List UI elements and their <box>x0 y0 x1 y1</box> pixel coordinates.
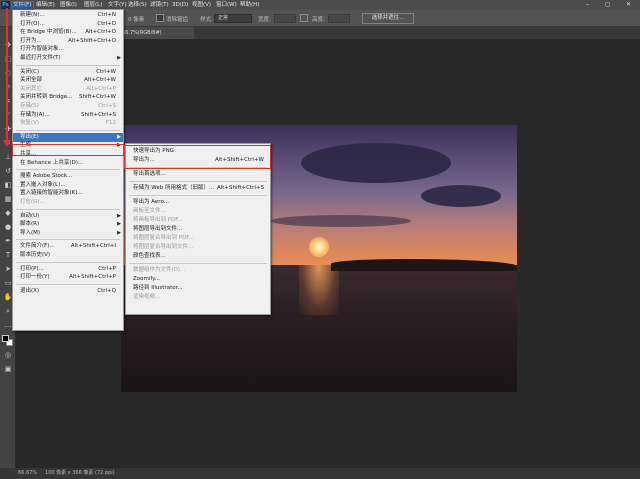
export-menu-item-label: 颜色查找表... <box>133 253 166 259</box>
status-bar: 66.67% 100 像素 x 366 像素 (72 ppi) <box>0 468 640 479</box>
file-menu-item[interactable]: 最近打开文件(T) ▶ <box>13 54 123 63</box>
quick-mask-icon[interactable]: ◎ <box>3 351 13 360</box>
style-select[interactable]: 正常 <box>214 14 252 23</box>
file-menu-item-label: 最近打开文件(T) <box>20 55 61 61</box>
annotation-arrow-head <box>3 140 11 147</box>
export-menu-item-shortcut: Alt+Shift+Ctrl+S <box>216 185 264 191</box>
file-menu-item-shortcut: Alt+Shift+Ctrl+P <box>69 274 116 281</box>
export-menu-item[interactable]: 存储为 Web 所用格式（旧版）... Alt+Shift+Ctrl+S <box>126 184 270 193</box>
annotation-arrow <box>6 8 8 144</box>
file-menu-item-label: 版本历史(V) <box>20 252 51 258</box>
menu-separator <box>16 283 120 285</box>
document-tab[interactable]: 66.7%(RGB/8#) <box>116 27 194 39</box>
export-menu-item[interactable]: 数据组作为文件(D)... <box>126 266 270 275</box>
menu-separator <box>16 261 120 263</box>
menu-separator <box>16 239 120 241</box>
sun <box>309 237 329 257</box>
menu-separator <box>16 64 120 66</box>
export-menu-item[interactable]: 颜色查找表... <box>126 252 270 261</box>
submenu-arrow-icon: ▶ <box>117 55 121 61</box>
export-menu-item[interactable]: Zoomify... <box>126 275 270 284</box>
submenu-arrow-icon: ▶ <box>117 229 121 236</box>
export-menu-item[interactable]: 将图层复合导出到文件... <box>126 243 270 252</box>
menu-3d[interactable]: 3D(D) <box>172 1 188 9</box>
screen-mode-icon[interactable]: ▣ <box>3 365 13 374</box>
file-menu-item-label: 恢复(V) <box>20 120 40 127</box>
file-menu-item-label: 打包(G)... <box>20 199 45 205</box>
export-menu-item-label: Zoomify... <box>133 276 160 282</box>
file-menu-item[interactable]: 退出(X) Ctrl+Q <box>13 287 123 296</box>
export-menu-item[interactable]: 路径到 Illustrator... <box>126 284 270 293</box>
width-field[interactable] <box>274 14 296 23</box>
menu-image[interactable]: 图像(I) <box>60 1 77 9</box>
export-menu-item-label: 将图层复合导出到 PDF... <box>133 235 194 241</box>
file-menu-item-label: 导入(M) <box>20 229 41 236</box>
export-menu-item-label: 将图层导出到文件... <box>133 226 183 232</box>
menu-separator <box>129 181 267 182</box>
export-menu-item[interactable]: 画板至文件... <box>126 207 270 216</box>
antialias-checkbox[interactable] <box>156 14 164 22</box>
export-menu-item-label: 画板至文件... <box>133 208 166 214</box>
select-and-mask-button[interactable]: 选择并遮住... <box>362 13 414 24</box>
annotation-box-export-as <box>124 145 271 169</box>
menu-separator <box>16 129 120 131</box>
menu-help[interactable]: 帮助(H) <box>240 1 259 9</box>
menu-separator <box>129 195 267 196</box>
menu-layer[interactable]: 图层(L) <box>84 1 102 9</box>
antialias-label: 消除锯齿 <box>166 17 189 23</box>
export-menu-item-label: 数据组作为文件(D)... <box>133 267 186 273</box>
foreground-color-swatch[interactable] <box>2 335 9 342</box>
file-menu-item-label: 打印一份(Y) <box>20 274 50 281</box>
height-label: 高度: <box>312 17 325 23</box>
window-controls[interactable]: – ◻ ✕ <box>586 1 638 9</box>
file-menu-item[interactable]: 恢复(V) F12 <box>13 119 123 128</box>
export-menu-item[interactable]: 渲染视频... <box>126 293 270 302</box>
zoom-level[interactable]: 66.67% <box>18 470 37 476</box>
height-field[interactable] <box>328 14 350 23</box>
export-menu-item[interactable]: 导出为 Aero... <box>126 198 270 207</box>
file-menu: 新建(N)... Ctrl+N 打开(O)... Ctrl+O 在 Bridge 中浏览… <box>12 9 124 331</box>
export-menu-item[interactable]: 将图层导出到文件... <box>126 225 270 234</box>
menu-window[interactable]: 窗口(W) <box>216 1 237 9</box>
export-menu-item-label: 导出为 Aero... <box>133 199 169 205</box>
export-menu-item-label: 路径到 Illustrator... <box>133 285 183 291</box>
style-label: 样式: <box>200 17 213 23</box>
document-info: 100 像素 x 366 像素 (72 ppi) <box>45 470 115 476</box>
export-menu-item-label: 存储为 Web 所用格式（旧版）... <box>133 185 215 191</box>
file-menu-item[interactable]: 打印一份(Y) Alt+Shift+Ctrl+P <box>13 273 123 282</box>
swap-icon[interactable] <box>300 14 308 22</box>
export-menu-item-label: 导出首选项... <box>133 171 166 177</box>
file-menu-item-label: 在 Behance 上共享(D)... <box>20 159 84 166</box>
feather-value[interactable]: 0 像素 <box>128 15 144 23</box>
menu-view[interactable]: 视图(V) <box>192 1 211 9</box>
menu-edit[interactable]: 编辑(E) <box>36 1 55 9</box>
island-silhouette <box>331 259 517 271</box>
file-menu-item-shortcut: F12 <box>105 120 116 127</box>
annotation-box-export-item <box>12 144 124 156</box>
export-menu-item[interactable]: 将画板导出到 PDF... <box>126 216 270 225</box>
file-menu-item[interactable]: 导入(M) ▶ <box>13 229 123 238</box>
file-menu-item-shortcut: Ctrl+Q <box>97 287 116 294</box>
file-menu-item[interactable]: 版本历史(V) <box>13 251 123 260</box>
menu-separator <box>16 169 120 171</box>
export-menu-item[interactable]: 导出首选项... <box>126 170 270 179</box>
annotation-box-file-menu <box>11 1 34 10</box>
export-menu-item-label: 渲染视频... <box>133 294 161 300</box>
file-menu-item[interactable]: 在 Behance 上共享(D)... <box>13 159 123 168</box>
export-menu-item[interactable]: 将图层复合导出到 PDF... <box>126 234 270 243</box>
menu-type[interactable]: 文字(Y) <box>108 1 127 9</box>
menu-select[interactable]: 选择(S) <box>128 1 147 9</box>
width-label: 宽度: <box>258 17 271 23</box>
file-menu-item[interactable]: 打包(G)... <box>13 198 123 207</box>
file-menu-item-label: 退出(X) <box>20 287 40 294</box>
export-menu-item-label: 将图层复合导出到文件... <box>133 244 194 250</box>
menu-separator <box>129 263 267 264</box>
export-menu-item-label: 将画板导出到 PDF... <box>133 217 183 223</box>
menu-filter[interactable]: 滤镜(T) <box>150 1 169 9</box>
menu-separator <box>16 208 120 210</box>
